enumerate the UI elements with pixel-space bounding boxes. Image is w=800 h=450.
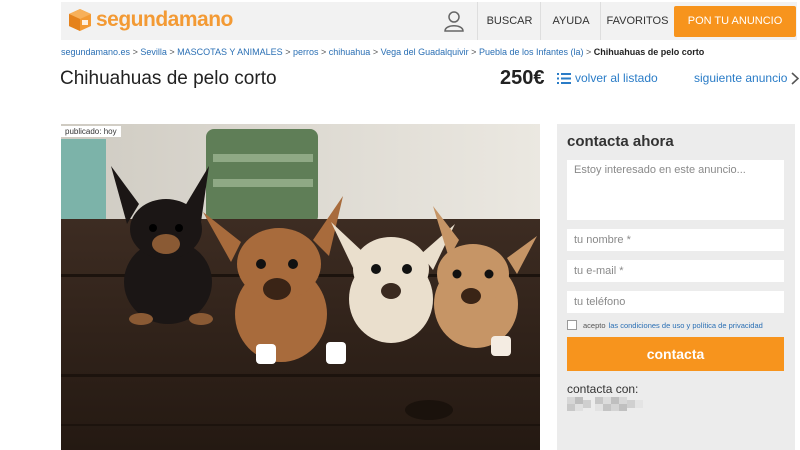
breadcrumb-separator: > [321,47,329,57]
chevron-right-icon [791,71,800,85]
breadcrumb-link[interactable]: perros [293,47,319,57]
breadcrumb-separator: > [285,47,293,57]
contact-with-label: contacta con: [567,382,639,396]
back-to-list-link[interactable]: volver al listado [557,71,658,85]
nav-help[interactable]: AYUDA [540,2,601,40]
terms-row: acepto las condiciones de uso y política… [567,320,763,330]
breadcrumb-link[interactable]: Sevilla [140,47,167,57]
listing-price: 250€ [500,67,545,89]
logo-text: segundamano [96,8,233,31]
terms-prefix: acepto [583,320,606,330]
published-badge: publicado: hoy [61,126,121,137]
next-ad-label: siguiente anuncio [694,71,788,85]
breadcrumb-current: Chihuahuas de pelo corto [593,47,705,57]
next-ad-link[interactable]: siguiente anuncio [694,71,800,85]
breadcrumb: segundamano.es > Sevilla > MASCOTAS Y AN… [61,47,704,57]
breadcrumb-link[interactable]: Puebla de los Infantes (la) [479,47,584,57]
breadcrumb-separator: > [586,47,594,57]
contact-submit-button[interactable]: contacta [567,337,784,371]
user-account-button[interactable] [430,2,477,40]
listing-title: Chihuahuas de pelo corto [60,68,277,89]
breadcrumb-link[interactable]: segundamano.es [61,47,130,57]
breadcrumb-separator: > [169,47,178,57]
site-logo[interactable]: segundamano [68,8,233,32]
email-field[interactable] [567,260,784,282]
list-icon [557,72,571,84]
terms-link[interactable]: las condiciones de uso y política de pri… [609,321,763,330]
phone-field[interactable] [567,291,784,313]
back-to-list-label: volver al listado [575,71,658,85]
breadcrumb-link[interactable]: chihuahua [329,47,371,57]
terms-checkbox[interactable] [567,320,577,330]
pixelated-contact-name [567,397,643,411]
puppies-photo-illustration [61,124,540,450]
breadcrumb-link[interactable]: MASCOTAS Y ANIMALES [177,47,283,57]
listing-photo[interactable] [61,124,540,450]
message-field[interactable] [567,160,784,220]
breadcrumb-separator: > [372,47,381,57]
contact-heading: contacta ahora [567,133,674,150]
logo-box-icon [69,9,91,31]
post-ad-button[interactable]: PON TU ANUNCIO [674,6,796,37]
breadcrumb-separator: > [471,47,479,57]
nav-favorites[interactable]: FAVORITOS [600,2,674,40]
breadcrumb-link[interactable]: Vega del Guadalquivir [381,47,469,57]
name-field[interactable] [567,229,784,251]
user-icon [443,11,464,32]
nav-search[interactable]: BUSCAR [477,2,541,40]
